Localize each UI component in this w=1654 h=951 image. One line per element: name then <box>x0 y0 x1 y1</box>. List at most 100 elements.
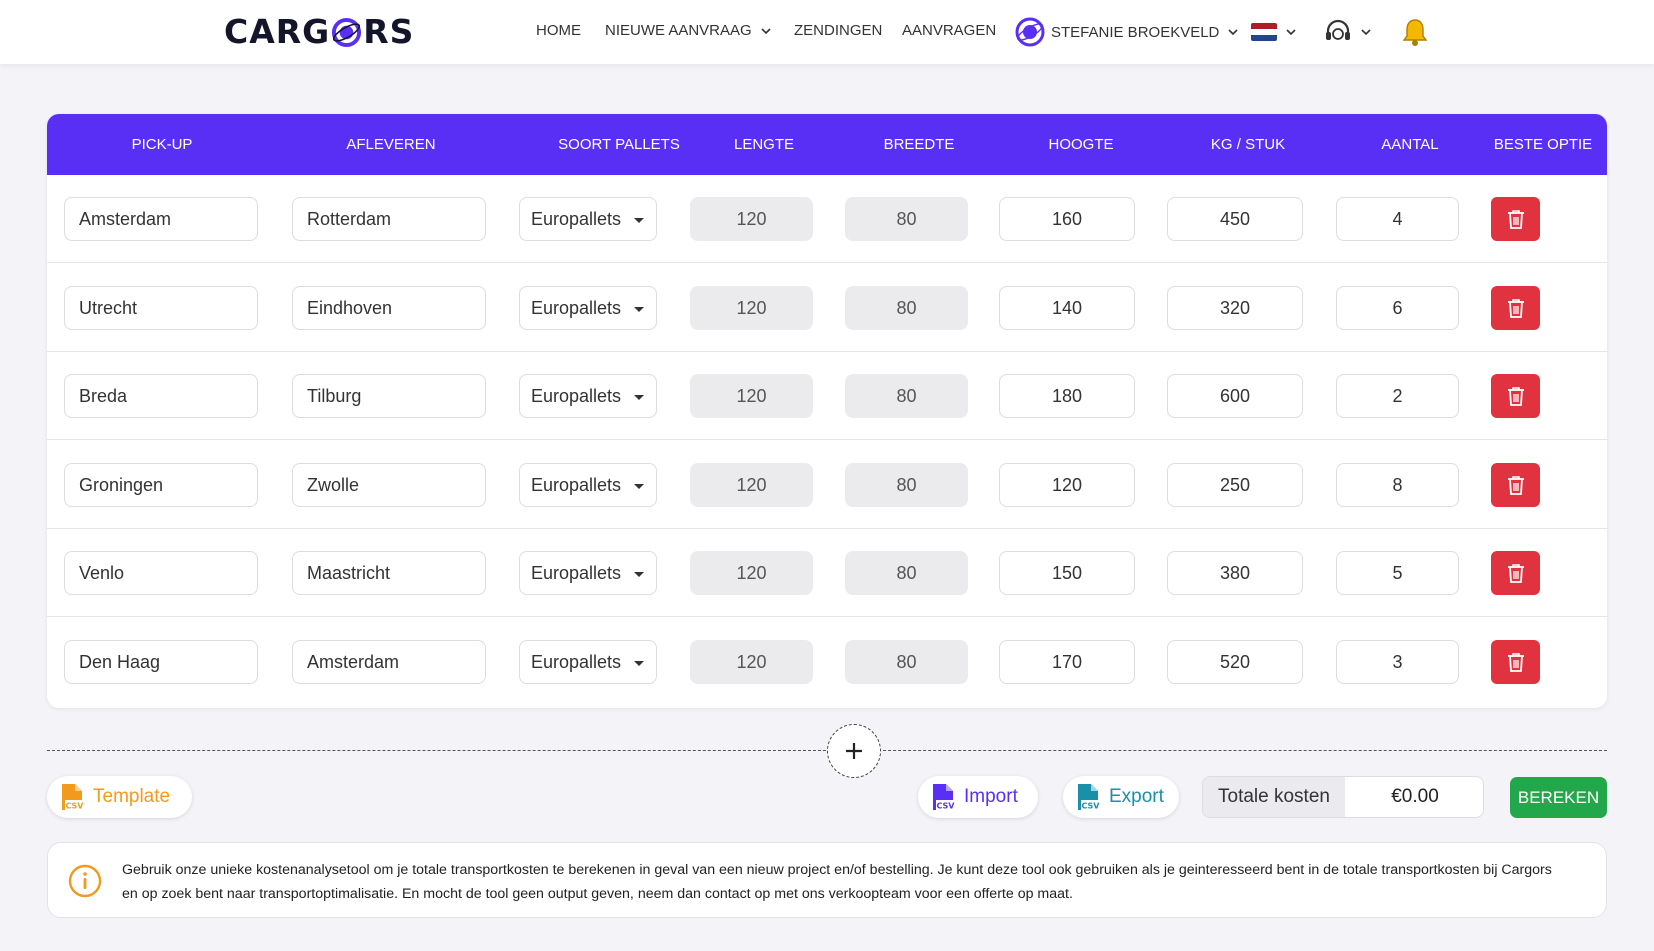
nav-new-request[interactable]: NIEUWE AANVRAAG <box>605 22 772 39</box>
width-input[interactable]: 80 <box>845 285 968 330</box>
height-input-value: 150 <box>1051 563 1083 583</box>
deliver-input[interactable]: Maastricht <box>292 551 486 595</box>
height-input[interactable]: 150 <box>999 551 1135 595</box>
height-input-value: 180 <box>1051 386 1083 406</box>
bell-icon[interactable] <box>1401 17 1429 47</box>
pickup-input[interactable]: Venlo <box>64 551 258 595</box>
length-input[interactable]: 120 <box>690 639 813 684</box>
width-input-value: 80 <box>896 209 917 229</box>
height-input[interactable]: 140 <box>999 285 1135 330</box>
kg-per-piece-input-value: 380 <box>1219 563 1251 583</box>
pallet-type-select[interactable]: Europallets <box>519 197 657 241</box>
height-input[interactable]: 180 <box>999 374 1135 418</box>
quantity-input[interactable]: 2 <box>1336 374 1459 418</box>
length-input-value: 120 <box>736 563 767 583</box>
headset-icon <box>1326 19 1350 40</box>
chevron-down-icon <box>1228 29 1238 36</box>
kg-per-piece-input-value: 320 <box>1219 297 1251 318</box>
template-button[interactable]: CSV Template <box>47 776 192 818</box>
delete-row-button[interactable] <box>1491 639 1540 684</box>
pallet-type-select-value: Europallets <box>531 474 622 495</box>
caret-down-icon <box>634 483 644 489</box>
quantity-input[interactable]: 8 <box>1336 462 1459 507</box>
width-input[interactable]: 80 <box>845 197 968 241</box>
delete-row-button[interactable] <box>1491 285 1540 330</box>
import-button[interactable]: CSV Import <box>918 776 1038 818</box>
csv-file-icon: CSV <box>62 784 84 811</box>
pallet-type-select[interactable]: Europallets <box>519 551 657 595</box>
delete-row-button[interactable] <box>1491 374 1540 418</box>
cargors-logo[interactable]: CARG RS <box>224 12 414 51</box>
kg-per-piece-input-value: 600 <box>1219 386 1251 406</box>
deliver-input[interactable]: Eindhoven <box>292 285 486 330</box>
pickup-input[interactable]: Amsterdam <box>64 197 258 241</box>
deliver-input[interactable]: Rotterdam <box>292 197 486 241</box>
pickup-input[interactable]: Den Haag <box>64 639 258 684</box>
pickup-input-value: Den Haag <box>79 651 161 672</box>
height-input[interactable]: 160 <box>999 197 1135 241</box>
deliver-input[interactable]: Tilburg <box>292 374 486 418</box>
pickup-input[interactable]: Groningen <box>64 462 258 507</box>
pickup-input[interactable]: Utrecht <box>64 285 258 330</box>
csv-badge-label: CSV <box>1082 802 1101 811</box>
nav-requests[interactable]: AANVRAGEN <box>902 22 996 39</box>
delete-row-button[interactable] <box>1491 551 1540 595</box>
length-input[interactable]: 120 <box>690 197 813 241</box>
kg-per-piece-input[interactable]: 600 <box>1167 374 1303 418</box>
kg-per-piece-input[interactable]: 380 <box>1167 551 1303 595</box>
deliver-input[interactable]: Amsterdam <box>292 639 486 684</box>
info-box: Gebruik onze unieke kostenanalysetool om… <box>47 842 1607 918</box>
kg-per-piece-input[interactable]: 520 <box>1167 639 1303 684</box>
trash-icon <box>1507 210 1524 229</box>
length-input[interactable]: 120 <box>690 285 813 330</box>
quantity-input[interactable]: 3 <box>1336 639 1459 684</box>
quantity-input[interactable]: 6 <box>1336 285 1459 330</box>
plus-icon <box>846 743 862 759</box>
pallet-type-select[interactable]: Europallets <box>519 639 657 684</box>
column-header-pickup: PICK-UP <box>131 136 193 153</box>
nav-home[interactable]: HOME <box>536 22 581 39</box>
kg-per-piece-input[interactable]: 320 <box>1167 285 1303 330</box>
nav-home-label: HOME <box>536 22 581 39</box>
length-input[interactable]: 120 <box>690 374 813 418</box>
table-row: Venlo Maastricht Europallets 120 80 150 380 5 <box>47 529 1607 617</box>
kg-per-piece-input[interactable]: 450 <box>1167 197 1303 241</box>
deliver-input[interactable]: Zwolle <box>292 462 486 507</box>
support-menu[interactable] <box>1324 19 1372 45</box>
pallet-type-select-value: Europallets <box>531 651 622 672</box>
width-input[interactable]: 80 <box>845 374 968 418</box>
csv-file-icon: CSV <box>1078 784 1101 811</box>
height-input[interactable]: 120 <box>999 462 1135 507</box>
pallet-type-select[interactable]: Europallets <box>519 462 657 507</box>
kg-per-piece-input[interactable]: 250 <box>1167 462 1303 507</box>
pallet-type-select-value: Europallets <box>531 297 622 318</box>
pallet-type-select[interactable]: Europallets <box>519 374 657 418</box>
delete-row-button[interactable] <box>1491 197 1540 241</box>
pickup-input[interactable]: Breda <box>64 374 258 418</box>
column-header-deliver: AFLEVEREN <box>346 136 436 153</box>
length-input-value: 120 <box>736 209 767 229</box>
width-input[interactable]: 80 <box>845 639 968 684</box>
quantity-input-value: 3 <box>1392 651 1403 672</box>
width-input-value: 80 <box>896 563 917 583</box>
height-input[interactable]: 170 <box>999 639 1135 684</box>
kg-per-piece-input-value: 520 <box>1219 651 1251 672</box>
width-input[interactable]: 80 <box>845 551 968 595</box>
export-button[interactable]: CSV Export <box>1063 776 1179 818</box>
column-header-length: LENGTE <box>733 136 794 153</box>
trash-icon <box>1507 475 1524 495</box>
length-input[interactable]: 120 <box>690 462 813 507</box>
nav-user-menu[interactable]: STEFANIE BROEKVELD <box>1015 17 1239 47</box>
pallet-type-select[interactable]: Europallets <box>519 285 657 330</box>
delete-row-button[interactable] <box>1491 462 1540 507</box>
width-input[interactable]: 80 <box>845 462 968 507</box>
quantity-input[interactable]: 5 <box>1336 551 1459 595</box>
language-selector[interactable] <box>1251 23 1297 41</box>
calculate-button[interactable]: BEREKEN <box>1510 777 1607 818</box>
logo-text-right: RS <box>363 12 415 51</box>
csv-file-icon: CSV <box>933 784 955 811</box>
nav-shipments[interactable]: ZENDINGEN <box>794 22 882 39</box>
add-row-button[interactable] <box>827 724 881 778</box>
length-input[interactable]: 120 <box>690 551 813 595</box>
quantity-input[interactable]: 4 <box>1336 197 1459 241</box>
